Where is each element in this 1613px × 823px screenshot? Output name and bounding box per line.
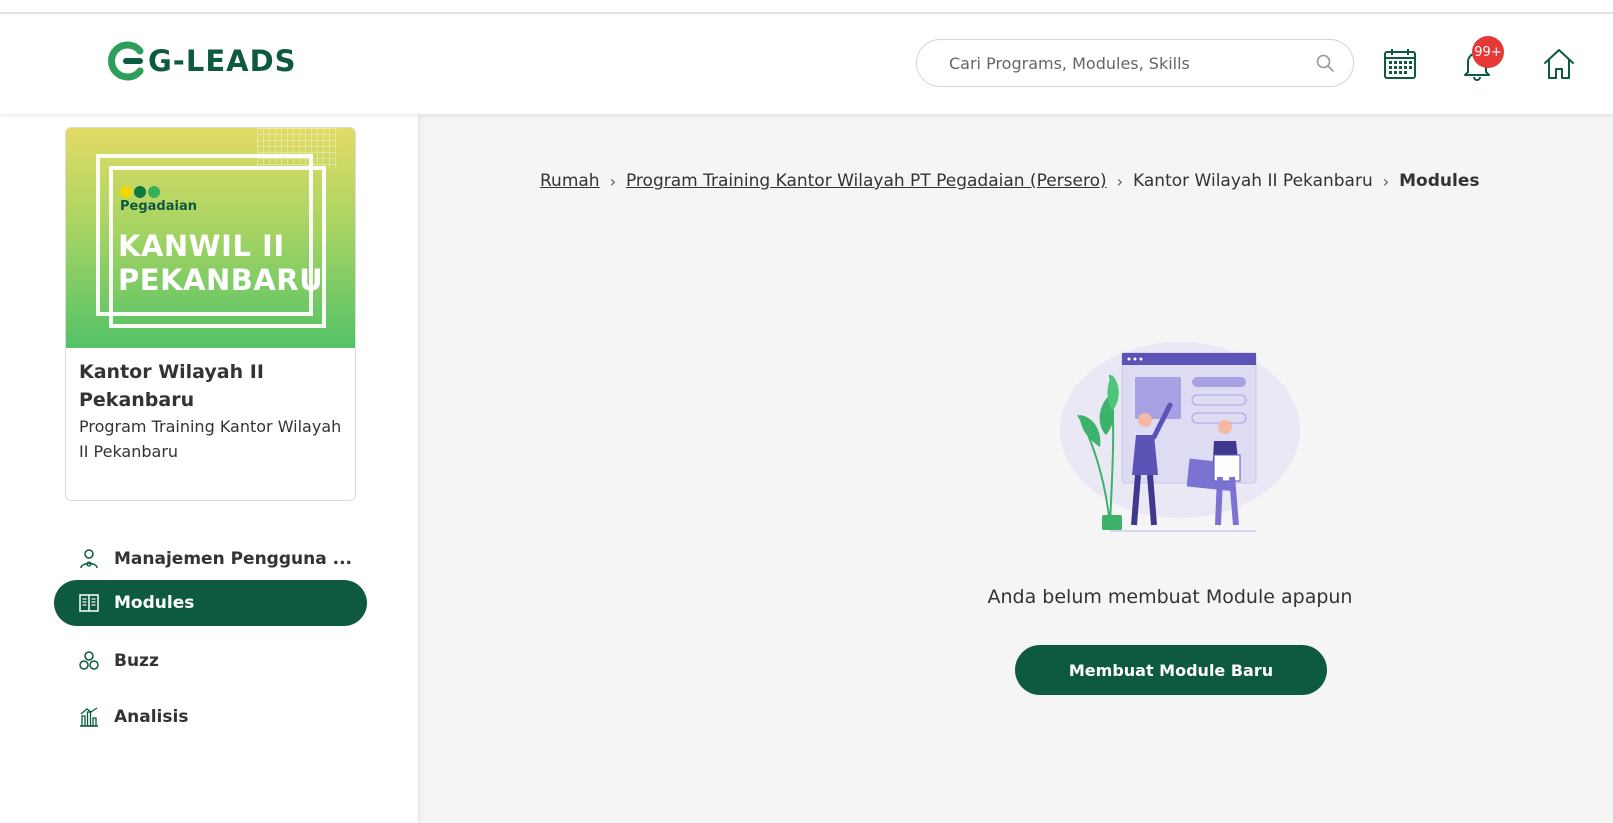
program-thumbnail: Pegadaian KANWIL II PEKANBARU bbox=[66, 128, 355, 348]
empty-state-message: Anda belum membuat Module apapun bbox=[987, 586, 1353, 608]
chevron-right-icon: › bbox=[1382, 171, 1390, 191]
pegadaian-logo: Pegadaian bbox=[120, 186, 197, 214]
notification-badge: 99+ bbox=[1472, 36, 1504, 68]
calendar-icon[interactable] bbox=[1380, 44, 1420, 84]
search-bar bbox=[916, 39, 1354, 87]
user-gear-icon bbox=[78, 548, 100, 570]
book-icon bbox=[78, 592, 100, 614]
chevron-right-icon: › bbox=[1116, 171, 1124, 191]
create-module-button[interactable]: Membuat Module Baru bbox=[1015, 645, 1327, 695]
breadcrumb-current: Modules bbox=[1399, 171, 1480, 191]
program-title: Kantor Wilayah II Pekanbaru bbox=[79, 361, 264, 411]
breadcrumb-item-kantor[interactable]: Kantor Wilayah II Pekanbaru bbox=[1133, 171, 1373, 191]
search-icon[interactable] bbox=[1315, 53, 1335, 73]
thumbnail-title-line: KANWIL II bbox=[118, 229, 285, 263]
breadcrumb-link-home[interactable]: Rumah bbox=[540, 171, 600, 191]
nav-item-analisis[interactable]: Analisis bbox=[54, 694, 367, 740]
search-input[interactable] bbox=[949, 53, 1315, 73]
nav-item-label: Manajemen Pengguna ... bbox=[114, 549, 352, 569]
empty-state-illustration bbox=[1050, 335, 1300, 540]
nav-item-label: Buzz bbox=[114, 651, 159, 671]
breadcrumb: Rumah › Program Training Kantor Wilayah … bbox=[540, 171, 1479, 191]
home-icon[interactable] bbox=[1539, 44, 1579, 84]
program-subtitle: Program Training Kantor Wilayah II Pekan… bbox=[79, 417, 342, 461]
logo-g-icon bbox=[108, 41, 144, 81]
logo[interactable]: G-LEADS bbox=[106, 40, 297, 82]
header: G-LEADS 99+ bbox=[0, 14, 1613, 114]
pegadaian-brand-text: Pegadaian bbox=[120, 199, 197, 214]
thumbnail-title: KANWIL II PEKANBARU bbox=[118, 229, 323, 297]
bar-chart-icon bbox=[78, 706, 100, 728]
nav-item-label: Modules bbox=[114, 593, 195, 613]
top-border bbox=[0, 0, 1613, 14]
nav-item-buzz[interactable]: Buzz bbox=[54, 638, 367, 684]
program-card[interactable]: Pegadaian KANWIL II PEKANBARU Kantor Wil… bbox=[65, 127, 356, 501]
sidebar: Pegadaian KANWIL II PEKANBARU Kantor Wil… bbox=[0, 114, 419, 823]
nav-item-label: Analisis bbox=[114, 707, 189, 727]
nav-item-modules[interactable]: Modules bbox=[54, 580, 367, 626]
chevron-right-icon: › bbox=[609, 171, 616, 191]
breadcrumb-link-program[interactable]: Program Training Kantor Wilayah PT Pegad… bbox=[626, 171, 1107, 191]
people-icon bbox=[78, 650, 100, 672]
nav-item-user-management[interactable]: Manajemen Pengguna ... bbox=[54, 536, 367, 582]
logo-text: G-LEADS bbox=[148, 44, 297, 78]
thumbnail-title-line: PEKANBARU bbox=[118, 263, 324, 297]
